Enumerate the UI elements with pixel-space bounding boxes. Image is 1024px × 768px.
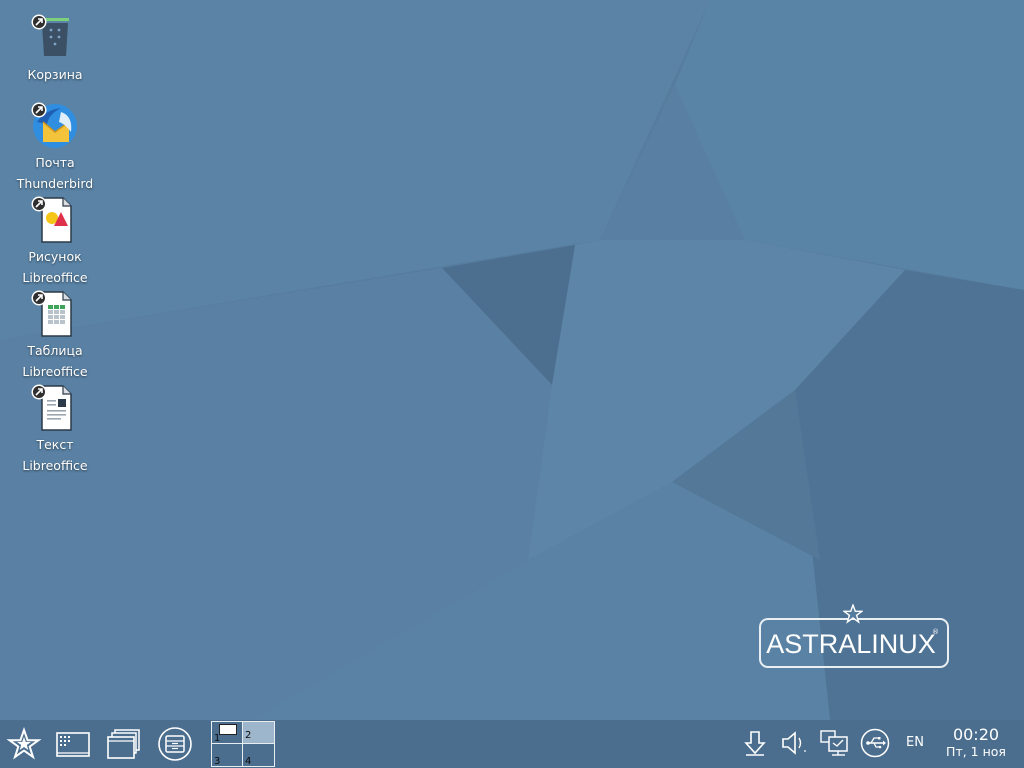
libreoffice-calc-icon: [31, 290, 79, 338]
usb-icon: [860, 728, 890, 758]
desktop-icon-thunderbird[interactable]: Почта Thunderbird: [10, 102, 100, 194]
shortcut-arrow-icon: [31, 290, 47, 306]
desktop-icon-label-line2: Thunderbird: [16, 176, 94, 191]
desktop-icon-label-line2: Libreoffice: [22, 364, 88, 379]
desktop-icon-label: Корзина: [27, 67, 83, 82]
astralinux-logo: ASTRALINUX ®: [756, 604, 952, 670]
desktop-icon-label: Текст: [36, 437, 74, 452]
clock-time: 00:20: [952, 725, 1000, 744]
desktop-icon-label-line2: Libreoffice: [22, 458, 88, 473]
workspace-number: 4: [245, 756, 252, 767]
app-menu-button[interactable]: [55, 726, 91, 762]
libreoffice-writer-icon: [31, 384, 79, 432]
workspace-number: 1: [214, 733, 221, 744]
desktop-icon-label: Рисунок: [28, 249, 82, 264]
file-manager-icon: [158, 727, 192, 761]
logo-star-icon: [843, 604, 863, 624]
desktop-icon-label-line2: Libreoffice: [22, 270, 88, 285]
desktop-icon-libreoffice-writer[interactable]: Текст Libreoffice: [10, 384, 100, 476]
windows-overview-icon: [107, 729, 140, 759]
shortcut-arrow-icon: [31, 196, 47, 212]
desktop[interactable]: Корзина Почта Thunderbird Рисунок Libreo…: [0, 0, 1024, 720]
start-menu-button[interactable]: [6, 726, 42, 762]
download-icon: [744, 731, 766, 756]
display-tray-button[interactable]: [819, 728, 849, 758]
desktop-icon-label: Почта: [35, 155, 75, 170]
workspace-4[interactable]: 4: [243, 744, 274, 767]
shortcut-arrow-icon: [31, 14, 47, 30]
logo-registered-mark: ®: [932, 628, 939, 636]
desktop-icon-libreoffice-calc[interactable]: Таблица Libreoffice: [10, 290, 100, 382]
download-tray-button[interactable]: [740, 728, 770, 758]
desktop-icon-trash[interactable]: Корзина: [10, 14, 100, 85]
display-icon: [820, 730, 848, 756]
app-menu-icon: [56, 732, 90, 757]
workspace-3[interactable]: 3: [212, 744, 243, 767]
windows-overview-button[interactable]: [106, 726, 142, 762]
taskbar: 1 2 3 4 EN 00:20 Пт, 1 ноя: [0, 720, 1024, 768]
logo-wordmark: ASTRALINUX: [766, 629, 936, 659]
keyboard-layout-indicator[interactable]: EN: [901, 735, 929, 750]
desktop-icon-label: Таблица: [27, 343, 83, 358]
volume-icon: [782, 731, 806, 755]
libreoffice-draw-icon: [31, 196, 79, 244]
astra-star-icon: [6, 726, 42, 760]
shortcut-arrow-icon: [31, 102, 47, 118]
clock-date: Пт, 1 ноя: [946, 744, 1006, 759]
volume-tray-button[interactable]: [779, 728, 809, 758]
workspace-2[interactable]: 2: [243, 722, 274, 744]
workspace-number: 3: [214, 756, 221, 767]
workspace-pager: 1 2 3 4: [211, 721, 275, 767]
workspace-window-thumbnail: [219, 724, 237, 735]
clock[interactable]: 00:20 Пт, 1 ноя: [938, 725, 1014, 760]
workspace-1[interactable]: 1: [212, 722, 243, 744]
usb-tray-button[interactable]: [860, 728, 890, 758]
trash-icon: [31, 14, 79, 62]
desktop-icon-libreoffice-draw[interactable]: Рисунок Libreoffice: [10, 196, 100, 288]
file-manager-button[interactable]: [157, 726, 193, 762]
workspace-number: 2: [245, 730, 252, 741]
thunderbird-mail-icon: [31, 102, 79, 150]
shortcut-arrow-icon: [31, 384, 47, 400]
